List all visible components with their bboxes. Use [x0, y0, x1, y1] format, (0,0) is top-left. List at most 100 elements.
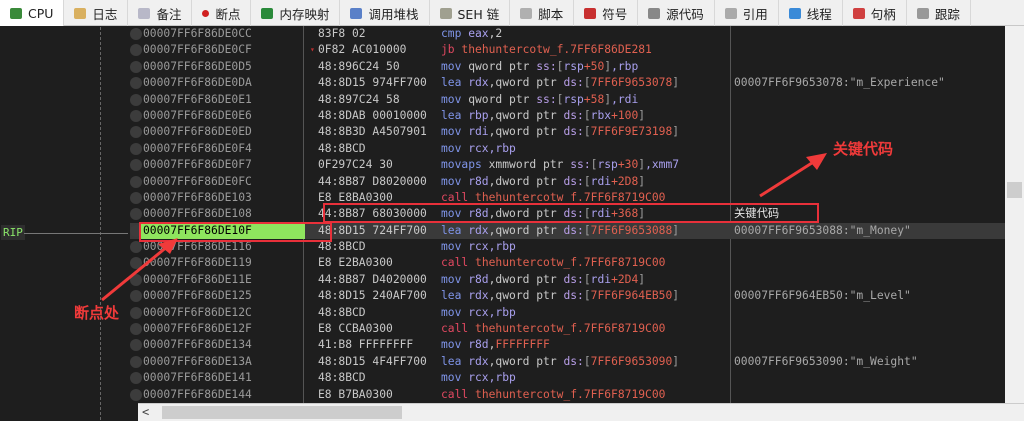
disassembly-row[interactable]: 00007FF6F86DE141 48:8BCD mov rcx,rbp	[130, 370, 1005, 386]
tab-memory-map[interactable]: 内存映射	[251, 0, 341, 26]
disassembly-row[interactable]: 00007FF6F86DE119 E8 E2BA0300 call thehunte…	[130, 255, 1005, 271]
instruction: lea rdx,qword ptr ds:[7FF6F9653090]	[441, 354, 731, 370]
horizontal-scrollbar[interactable]: <	[138, 403, 1024, 421]
instruction-token: cmp	[441, 27, 462, 40]
scrollbar-thumb[interactable]	[162, 406, 402, 419]
disassembly-row[interactable]: 00007FF6F86DE0D5 48:896C24 50 mov qword pt…	[130, 59, 1005, 75]
instruction: call thehuntercotw_f.7FF6F8719C00	[441, 387, 731, 403]
disassembly-row[interactable]: 00007FF6F86DE0CF ▾ 0F82 AC010000 jb thehunt…	[130, 42, 1005, 58]
instruction-token: rcx	[461, 371, 489, 385]
tab-trace[interactable]: 跟踪	[907, 0, 971, 26]
address: 00007FF6F86DE134	[143, 338, 252, 352]
instruction-token: [	[583, 108, 591, 122]
instruction: call thehuntercotw_f.7FF6F8719C00	[441, 321, 731, 337]
disassembly-row[interactable]: 00007FF6F86DE125 48:8D15 240AF700 lea rdx,…	[130, 288, 1005, 304]
disassembly-row[interactable]: 00007FF6F86DE0F7 0F297C24 30 movaps xmmwor…	[130, 157, 1005, 173]
instruction-token: ]	[638, 108, 646, 122]
source-code-icon	[648, 7, 661, 19]
instruction-token: ]	[638, 174, 646, 188]
tab-call-stack[interactable]: 调用堆栈	[340, 0, 430, 26]
tab-log[interactable]: 日志	[64, 0, 129, 26]
instruction-token: lea	[441, 76, 462, 90]
tab-label: 句柄	[870, 6, 896, 22]
jump-arrow-icon: ▾	[310, 45, 315, 55]
instruction-token: rbp	[461, 108, 489, 122]
seh-chain-icon	[439, 7, 452, 19]
tab-label: 跟踪	[934, 6, 960, 22]
tab-references[interactable]: 引用	[715, 0, 779, 26]
instruction-token: ,qword ptr	[488, 125, 564, 139]
tab-label: 内存映射	[279, 6, 330, 22]
instruction-token: thehuntercotw_f.7FF6F8719C00	[468, 387, 666, 401]
instruction-token: lea	[441, 289, 462, 303]
tab-symbol[interactable]: 符号	[574, 0, 639, 26]
disassembly-row[interactable]: 00007FF6F86DE13A 48:8D15 4F4FF700 lea rdx,…	[130, 354, 1005, 370]
instruction-token: [	[583, 272, 591, 286]
instruction: mov r8d,dword ptr ds:[rdi+2D8]	[441, 174, 731, 190]
instruction-token: ss:	[570, 158, 591, 172]
tab-label: 符号	[602, 6, 628, 22]
instruction-token: ,qword ptr	[488, 76, 564, 90]
instruction-token: ss:	[536, 59, 557, 73]
tab-source-code[interactable]: 源代码	[638, 0, 715, 26]
instruction-token: 7FF6F9653088	[590, 223, 673, 237]
tab-label: 脚本	[538, 6, 564, 22]
disassembly-row[interactable]: 00007FF6F86DE0CC 83F8 02 cmp eax,2	[130, 26, 1005, 42]
disassembly-row[interactable]: 00007FF6F86DE0FC 44:8B87 D8020000 mov r8d,…	[130, 174, 1005, 190]
disassembly-row[interactable]: 00007FF6F86DE0E1 48:897C24 58 mov qword pt…	[130, 92, 1005, 108]
instruction: mov rcx,rbp	[441, 239, 731, 255]
instruction-token: thehuntercotw_f.7FF6F8719C00	[468, 256, 666, 270]
tab-breakpoint[interactable]: 断点	[192, 0, 252, 26]
instruction-token: lea	[441, 108, 462, 122]
address: 00007FF6F86DE13A	[143, 354, 252, 368]
instruction: lea rdx,qword ptr ds:[7FF6F9653088]	[441, 223, 731, 239]
scroll-left-button[interactable]: <	[142, 405, 149, 419]
instruction-token: ]	[672, 354, 680, 368]
disassembly-row[interactable]: 00007FF6F86DE0E6 48:8DAB 00010000 lea rbp,…	[130, 108, 1005, 124]
disassembly-row[interactable]: 00007FF6F86DE0DA 48:8D15 974FF700 lea rdx,…	[130, 75, 1005, 91]
instruction-token: rsp	[597, 158, 618, 172]
instruction-token: thehuntercotw_f.7FF6F8719C00	[468, 322, 666, 336]
tab-notes[interactable]: 备注	[128, 0, 193, 26]
address: 00007FF6F86DE103	[143, 190, 252, 204]
tab-handles[interactable]: 句柄	[843, 0, 907, 26]
instruction-token: [	[583, 223, 591, 237]
disassembly-row[interactable]: 00007FF6F86DE12F E8 CCBA0300 call thehunte…	[130, 321, 1005, 337]
instruction-token: ]	[672, 223, 680, 237]
breakpoint-annotation: 断点处	[74, 304, 120, 322]
instruction-token: rsp	[563, 92, 584, 106]
log-icon	[74, 7, 87, 19]
instruction-token: ds:	[563, 174, 584, 188]
instruction: mov rcx,rbp	[441, 370, 731, 386]
instruction-token: ,dword ptr	[488, 174, 564, 188]
notes-icon	[138, 7, 151, 19]
instruction-token: 7FF6F9E73198	[590, 125, 673, 139]
instruction-token: [	[583, 125, 591, 139]
disassembly-row[interactable]: 00007FF6F86DE134 41:B8 FFFFFFFF mov r8d,FF…	[130, 337, 1005, 353]
instruction: mov rdi,qword ptr ds:[7FF6F9E73198]	[441, 124, 731, 140]
instruction-token: ]	[672, 289, 680, 303]
tab-label: 线程	[806, 6, 832, 22]
instruction: lea rdx,qword ptr ds:[7FF6F964EB50]	[441, 288, 731, 304]
tab-seh-chain[interactable]: SEH 链	[430, 0, 511, 26]
instruction: mov r8d,dword ptr ds:[rdi+2D4]	[441, 272, 731, 288]
address: 00007FF6F86DE0CF	[143, 43, 252, 57]
instruction-token: rdi	[590, 174, 612, 188]
instruction-token: mov	[441, 59, 462, 73]
disassembly-row[interactable]: 00007FF6F86DE11E 44:8B87 D4020000 mov r8d,…	[130, 272, 1005, 288]
disassembly-row[interactable]: 00007FF6F86DE144 E8 B7BA0300 call thehunte…	[130, 387, 1005, 403]
instruction-token: rbx	[590, 108, 612, 122]
tab-threads[interactable]: 线程	[779, 0, 843, 26]
vertical-scrollbar[interactable]	[1005, 26, 1024, 403]
tab-script[interactable]: 脚本	[510, 0, 575, 26]
instruction-token: call	[441, 322, 469, 336]
scrollbar-thumb[interactable]	[1007, 182, 1022, 198]
address: 00007FF6F86DE11E	[143, 272, 252, 286]
instruction-token: rdx	[461, 354, 489, 368]
disassembly-row[interactable]: 00007FF6F86DE12C 48:8BCD mov rcx,rbp	[130, 305, 1005, 321]
tab-cpu[interactable]: CPU	[0, 0, 65, 26]
instruction-token: ds:	[563, 108, 584, 122]
bytes: 83F8 02	[318, 27, 366, 40]
address: 00007FF6F86DE12C	[143, 305, 252, 319]
address: 00007FF6F86DE0FC	[143, 174, 252, 188]
